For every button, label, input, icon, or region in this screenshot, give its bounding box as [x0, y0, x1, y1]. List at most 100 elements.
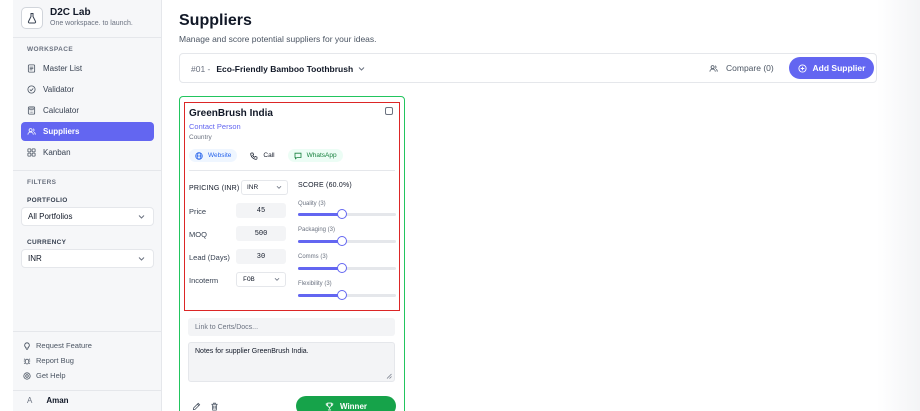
sidebar-item-label: Validator: [43, 85, 74, 94]
kanban-icon: [27, 148, 36, 157]
get-help-link[interactable]: Get Help: [23, 368, 92, 383]
resize-handle-icon[interactable]: [386, 373, 392, 379]
idea-name: Eco-Friendly Bamboo Toothbrush: [216, 64, 354, 74]
pricing-label: PRICING (INR): [189, 185, 240, 192]
chevron-down-icon: [276, 185, 282, 189]
price-input[interactable]: 45: [236, 203, 286, 218]
sidebar-footer: Request Feature Report Bug Get Help: [23, 338, 92, 383]
call-link[interactable]: Call: [244, 149, 280, 162]
sidebar-item-label: Suppliers: [43, 127, 80, 136]
get-help-label: Get Help: [36, 371, 66, 380]
request-feature-link[interactable]: Request Feature: [23, 338, 92, 353]
incoterm-value: FOB: [243, 276, 255, 283]
moq-label: MOQ: [189, 230, 207, 239]
incoterm-select[interactable]: FOB: [236, 272, 286, 287]
add-supplier-button[interactable]: Add Supplier: [789, 57, 874, 79]
whatsapp-link[interactable]: WhatsApp: [287, 149, 343, 162]
divider: [13, 390, 161, 391]
slider-thumb[interactable]: [336, 209, 347, 219]
toolbar: #01 - Eco-Friendly Bamboo Toothbrush Com…: [179, 53, 877, 83]
packaging-label: Packaging (3): [298, 227, 336, 233]
sidebar-item-kanban[interactable]: Kanban: [21, 143, 154, 162]
supplier-country[interactable]: Country: [189, 134, 212, 141]
supplier-name[interactable]: GreenBrush India: [189, 108, 273, 119]
winner-label: Winner: [339, 401, 368, 411]
compare-button[interactable]: Compare (0): [709, 63, 774, 73]
score-label: SCORE (60.0%): [298, 182, 352, 189]
incoterm-label: Incoterm: [189, 276, 219, 285]
divider: [189, 170, 395, 171]
compare-label: Compare (0): [726, 63, 774, 73]
contact-person[interactable]: Contact Person: [189, 122, 241, 131]
comms-label: Comms (3): [298, 254, 328, 260]
portfolio-select[interactable]: All Portfolios: [21, 207, 154, 226]
divider: [13, 37, 161, 38]
phone-icon: [250, 152, 258, 160]
slider-fill: [298, 267, 342, 270]
packaging-slider[interactable]: [298, 236, 396, 246]
chevron-down-icon: [138, 257, 145, 261]
user-profile[interactable]: A Aman: [27, 396, 69, 405]
flexibility-slider[interactable]: [298, 290, 396, 300]
slider-fill: [298, 294, 342, 297]
edit-icon[interactable]: [192, 402, 201, 411]
supplier-card-details: GreenBrush India Contact Person Country …: [184, 102, 400, 311]
idea-select[interactable]: #01 - Eco-Friendly Bamboo Toothbrush: [185, 58, 371, 80]
trash-icon[interactable]: [210, 402, 219, 411]
divider: [13, 331, 161, 332]
chevron-down-icon: [358, 67, 365, 71]
sidebar-item-suppliers[interactable]: Suppliers: [21, 122, 154, 141]
quality-slider[interactable]: [298, 209, 396, 219]
quality-label: Quality (3): [298, 201, 326, 207]
website-label: Website: [208, 152, 232, 159]
sidebar-nav: Master List Validator Calculator Supplie…: [21, 59, 154, 164]
whatsapp-label: WhatsApp: [306, 152, 337, 159]
certs-link-input[interactable]: Link to Certs/Docs...: [188, 318, 395, 336]
workspace-label: WORKSPACE: [27, 46, 74, 53]
brand: D2C Lab One workspace. to launch.: [21, 7, 133, 29]
lead-days-input[interactable]: 30: [236, 249, 286, 264]
page-edge: [877, 0, 920, 411]
sidebar-item-calculator[interactable]: Calculator: [21, 101, 154, 120]
chat-icon: [294, 152, 301, 160]
idea-number: #01 -: [191, 64, 211, 74]
sidebar-item-label: Master List: [43, 64, 83, 73]
chevron-down-icon: [138, 215, 145, 219]
currency-select[interactable]: INR: [21, 249, 154, 268]
plus-circle-icon: [797, 63, 807, 73]
sidebar-item-validator[interactable]: Validator: [21, 80, 154, 99]
report-bug-label: Report Bug: [36, 356, 74, 365]
slider-thumb[interactable]: [336, 290, 347, 300]
help-icon: [23, 371, 31, 380]
add-supplier-label: Add Supplier: [812, 63, 866, 73]
currency-label: CURRENCY: [27, 239, 67, 246]
pricing-currency-select[interactable]: INR: [241, 180, 288, 195]
sidebar-item-label: Calculator: [43, 106, 80, 115]
app-name: D2C Lab: [50, 7, 91, 18]
trophy-icon: [325, 402, 334, 410]
moq-input[interactable]: 500: [236, 226, 286, 241]
list-icon: [27, 64, 36, 73]
comms-slider[interactable]: [298, 263, 396, 273]
avatar: A: [27, 396, 33, 405]
page-subtitle: Manage and score potential suppliers for…: [179, 34, 377, 44]
slider-fill: [298, 240, 342, 243]
user-name: Aman: [46, 396, 69, 405]
notes-text: Notes for supplier GreenBrush India.: [195, 348, 309, 355]
winner-button[interactable]: Winner: [296, 396, 396, 411]
flexibility-label: Flexibility (3): [298, 281, 332, 287]
compare-checkbox[interactable]: [385, 107, 393, 115]
page-title: Suppliers: [179, 12, 252, 29]
price-label: Price: [189, 207, 207, 216]
sidebar-item-master-list[interactable]: Master List: [21, 59, 154, 78]
slider-thumb[interactable]: [336, 263, 347, 273]
supplier-card: GreenBrush India Contact Person Country …: [179, 96, 405, 411]
slider-fill: [298, 213, 342, 216]
website-link[interactable]: Website: [189, 149, 238, 162]
check-circle-icon: [27, 85, 36, 94]
slider-thumb[interactable]: [336, 236, 347, 246]
notes-textarea[interactable]: Notes for supplier GreenBrush India.: [188, 342, 395, 382]
lightbulb-icon: [24, 341, 30, 350]
lead-days-label: Lead (Days): [189, 253, 230, 262]
report-bug-link[interactable]: Report Bug: [23, 353, 92, 368]
